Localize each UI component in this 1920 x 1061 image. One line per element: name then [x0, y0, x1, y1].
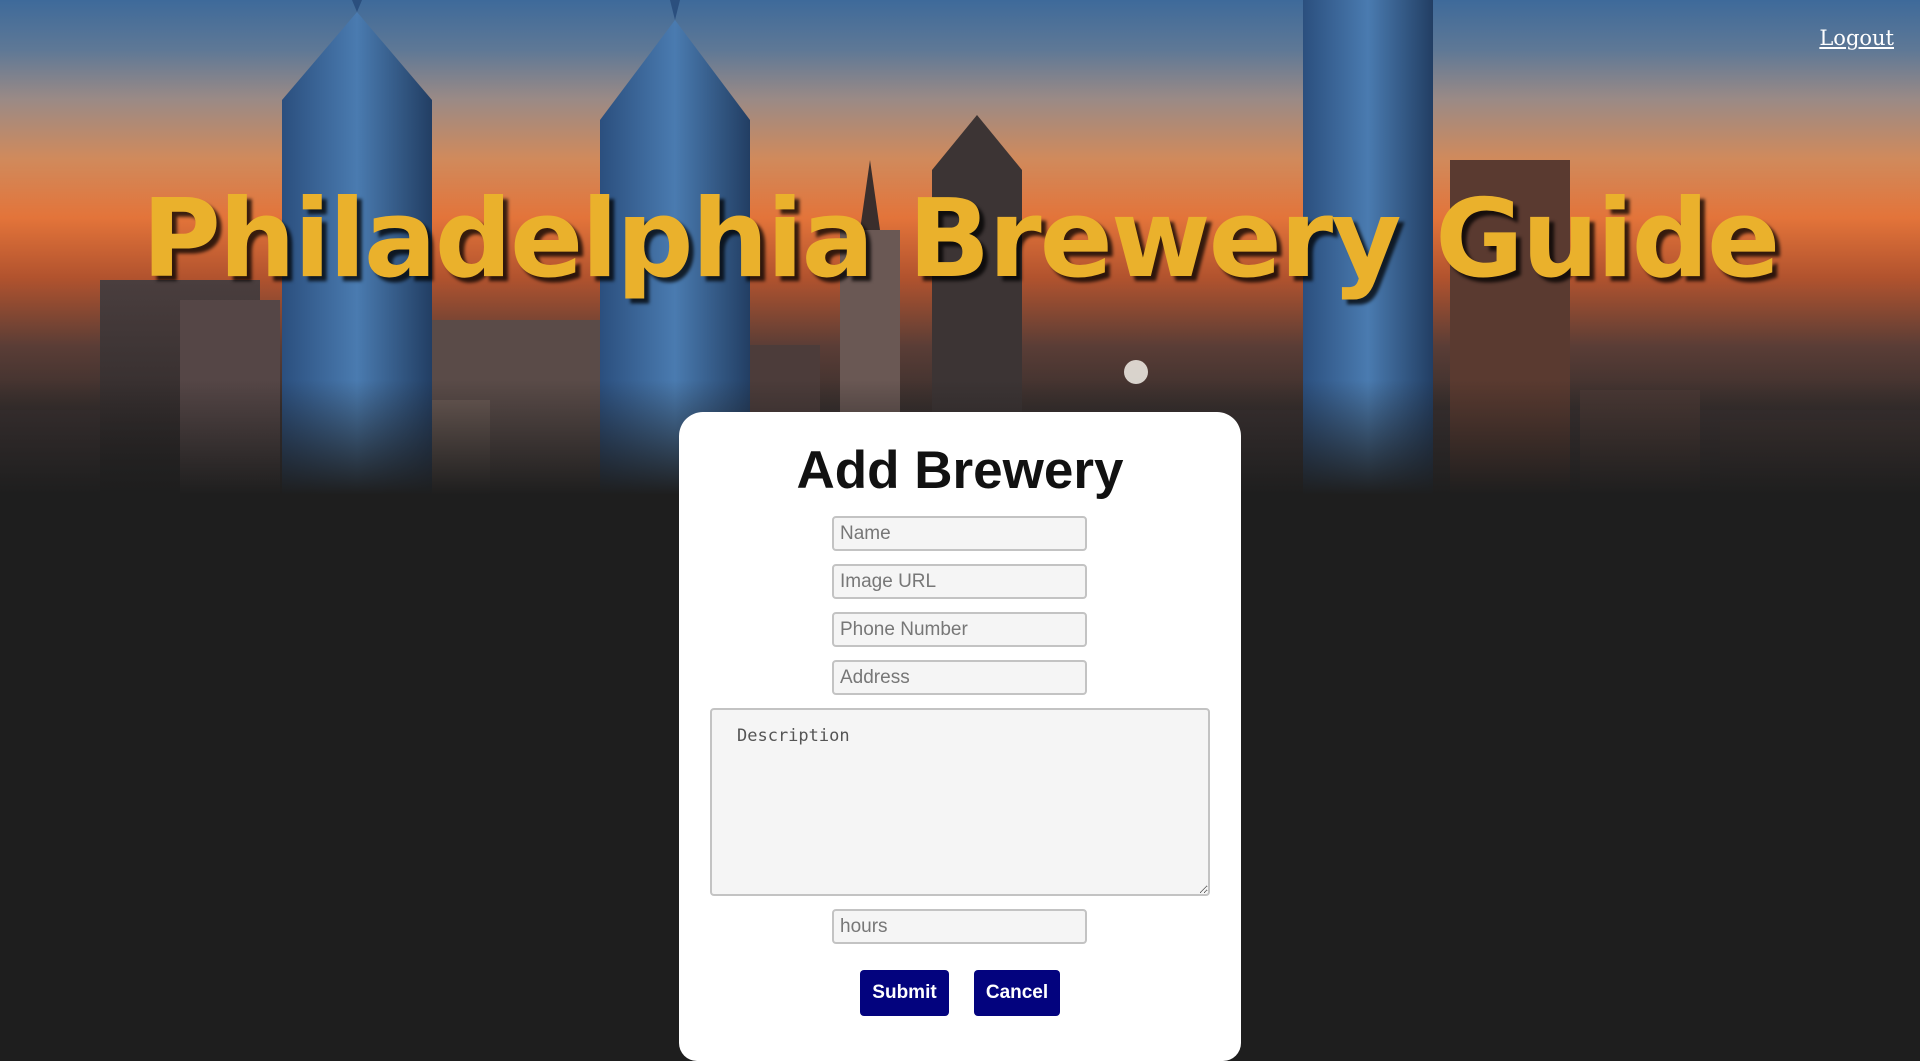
site-title: Philadelphia Brewery Guide — [141, 177, 1780, 302]
add-brewery-form: Add Brewery Submit Cancel — [679, 412, 1241, 1061]
hours-input[interactable] — [832, 909, 1087, 944]
name-input[interactable] — [832, 516, 1087, 551]
description-textarea[interactable] — [710, 708, 1210, 896]
page: Logout Philadelphia Brewery Guide Add Br… — [0, 0, 1920, 1061]
address-input[interactable] — [832, 660, 1087, 695]
submit-button[interactable]: Submit — [860, 970, 949, 1016]
cancel-button[interactable]: Cancel — [974, 970, 1060, 1016]
form-title: Add Brewery — [796, 441, 1124, 500]
phone-number-input[interactable] — [832, 612, 1087, 647]
logout-link[interactable]: Logout — [1819, 26, 1894, 50]
image-url-input[interactable] — [832, 564, 1087, 599]
